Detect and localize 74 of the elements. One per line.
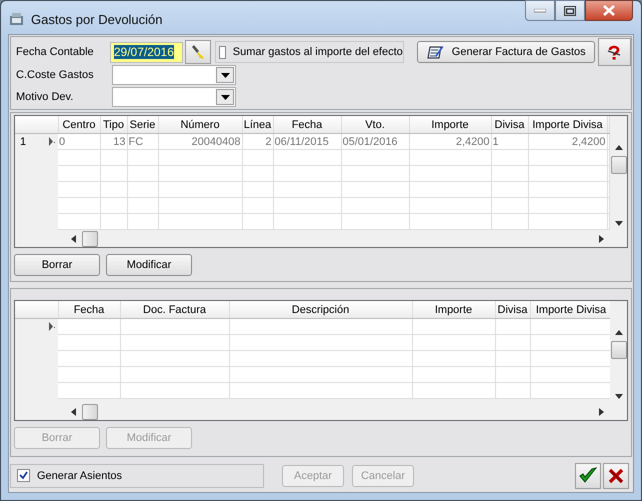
column-header[interactable]: Importe Divisa	[530, 301, 610, 318]
window-title: Gastos por Devolución	[31, 12, 163, 27]
dropdown-field[interactable]	[112, 65, 236, 85]
checkbox-label: Generar Asientos	[37, 470, 122, 482]
table-cell-text: FC	[128, 136, 144, 148]
column-header[interactable]: Tipo	[100, 116, 127, 134]
field-label: Motivo Dev.	[16, 91, 74, 103]
minimize-icon	[534, 8, 546, 12]
scroll-thumb[interactable]	[610, 341, 626, 359]
column-header[interactable]: Serie	[127, 116, 158, 134]
scroll-down-icon	[614, 394, 622, 399]
cancel-button[interactable]	[603, 462, 629, 488]
table-cell-text: 1	[492, 136, 500, 148]
column-header[interactable]: Importe	[409, 116, 491, 134]
close-icon	[603, 5, 615, 16]
minimize-button[interactable]	[525, 0, 555, 21]
column-header[interactable]: Divisa	[491, 116, 528, 134]
row-number: 1	[20, 136, 28, 148]
checkbox[interactable]	[17, 469, 30, 482]
scroll-right-icon	[599, 234, 604, 242]
column-header[interactable]: Fecha	[58, 301, 120, 318]
column-header[interactable]: Descripción	[229, 301, 412, 318]
field-label: C.Coste Gastos	[16, 69, 95, 81]
scroll-down-icon	[614, 221, 622, 226]
column-header[interactable]: Divisa	[495, 301, 530, 318]
help-icon	[606, 44, 622, 60]
column-header[interactable]: Línea	[242, 116, 273, 134]
checkbox[interactable]	[218, 46, 226, 58]
table-cell-text: 2	[264, 136, 272, 148]
dropdown-field[interactable]	[112, 87, 236, 107]
table-cell-text: 13	[112, 136, 126, 148]
action-button[interactable]: Modificar	[106, 254, 192, 276]
scroll-up-icon	[614, 330, 622, 335]
column-header[interactable]: Número	[158, 116, 242, 134]
help-button[interactable]	[598, 38, 631, 66]
close-button[interactable]	[585, 0, 633, 21]
scroll-right-icon	[599, 408, 604, 416]
date-field[interactable]: 29/07/2016	[110, 42, 184, 62]
checkbox-label: Sumar gastos al importe del efecto	[232, 46, 403, 58]
column-header[interactable]: Vto.	[341, 116, 409, 134]
table-cell-text: 20040408	[190, 136, 240, 148]
column-header[interactable]: Centro	[58, 116, 100, 134]
scroll-left-icon	[71, 234, 76, 242]
scroll-up-icon	[614, 145, 622, 150]
check-icon	[19, 471, 28, 480]
picker-button[interactable]	[185, 40, 211, 64]
table-cell-text: 0	[59, 136, 66, 148]
maximize-icon	[564, 6, 576, 16]
confirm-button[interactable]	[575, 462, 601, 488]
data-grid[interactable]: Centro Tipo Serie Número Línea Fecha Vto. Importe Divisa Importe Divisa 1 0 13 FC 20040408 2 06/11/2015 05/01/2016 2,4200 1 2,4200	[14, 115, 628, 248]
notepad-icon	[426, 44, 444, 60]
table-cell-text: 2,4200	[454, 136, 490, 148]
column-header[interactable]: Doc. Factura	[120, 301, 229, 318]
generate-invoice-button[interactable]: Generar Factura de Gastos	[416, 41, 595, 63]
app-icon	[9, 12, 25, 26]
action-button[interactable]: Borrar	[14, 254, 100, 276]
column-header[interactable]: Fecha	[273, 116, 341, 134]
scroll-thumb[interactable]	[82, 230, 98, 246]
scroll-left-icon	[71, 408, 76, 416]
dropdown-arrow-icon	[220, 72, 230, 78]
scroll-thumb[interactable]	[82, 404, 98, 420]
checkmark-icon	[579, 467, 597, 484]
table-cell-text: 2,4200	[570, 136, 606, 148]
column-header[interactable]: Importe	[412, 301, 495, 318]
table-cell-text: 06/11/2015	[274, 136, 330, 148]
scroll-thumb[interactable]	[610, 156, 626, 174]
data-grid[interactable]: Fecha Doc. Factura Descripción Importe Divisa Importe Divisa	[14, 300, 628, 421]
maximize-button[interactable]	[555, 0, 585, 21]
brush-icon	[191, 44, 206, 60]
field-label: Fecha Contable	[16, 46, 95, 58]
close-icon	[608, 468, 624, 484]
dropdown-arrow-icon	[220, 94, 230, 100]
table-cell-text: 05/01/2016	[342, 136, 399, 148]
column-header[interactable]: Importe Divisa	[528, 116, 607, 134]
